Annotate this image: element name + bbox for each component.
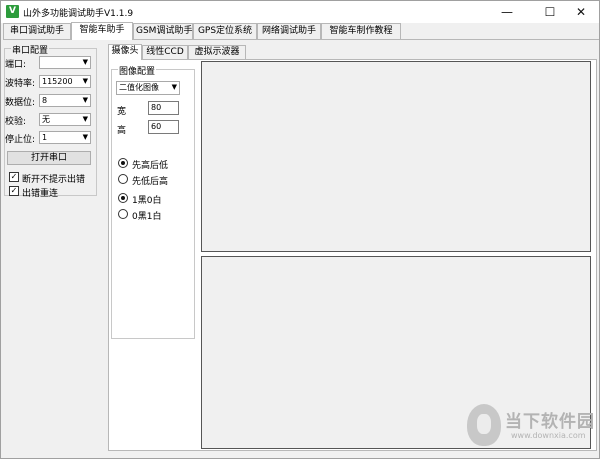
image-mode-value: 二值化图像 [119,83,159,92]
watermark-logo-icon [467,404,501,446]
watermark-text: 当下软件园 [505,412,595,432]
open-port-button[interactable]: 打开串口 [7,151,91,165]
tab-camera[interactable]: 摄像头 [108,44,142,60]
chevron-down-icon: ▼ [82,77,88,85]
app-logo-icon: V [6,5,19,18]
height-label: 高 [117,126,127,136]
window-title: 山外多功能调试助手V1.1.9 [23,9,134,19]
tab-gsm-debug[interactable]: GSM调试助手 [133,23,193,39]
watermark-url: www.downxia.com [511,431,586,440]
port-select[interactable]: ▼ [39,56,91,69]
watermark: 当下软件园 www.downxia.com [467,404,594,450]
tab-linear-ccd[interactable]: 线性CCD [142,45,188,59]
chevron-down-icon: ▼ [82,96,88,104]
color-0black-label: 0黑1白 [132,212,162,222]
chevron-down-icon: ▼ [82,115,88,123]
databits-value: 8 [42,96,48,105]
tab-tutorial[interactable]: 智能车制作教程 [321,23,401,39]
port-label: 端口: [5,60,27,70]
title-bar: V 山外多功能调试助手V1.1.9 — ☐ ✕ [1,1,599,23]
width-input[interactable]: 80 [148,101,179,115]
order-low-first-label: 先低后高 [132,177,169,187]
app-window: V 山外多功能调试助手V1.1.9 — ☐ ✕ 串口调试助手 智能车助手 GSM… [0,0,600,459]
image-config-title: 图像配置 [118,64,157,77]
serial-config-title: 串口配置 [11,43,50,56]
tab-smart-car[interactable]: 智能车助手 [71,22,133,40]
baud-label: 波特率: [5,79,36,89]
minimize-button[interactable]: — [489,1,525,23]
stopbits-select[interactable]: 1 ▼ [39,131,91,144]
baud-select[interactable]: 115200 ▼ [39,75,91,88]
order-high-first-radio[interactable] [118,158,128,168]
order-low-first-radio[interactable] [118,174,128,184]
no-error-prompt-label: 断开不提示出错 [22,175,86,185]
close-button[interactable]: ✕ [563,1,599,23]
width-label: 宽 [117,107,127,117]
no-error-prompt-checkbox[interactable]: ✓ [9,172,19,182]
baud-value: 115200 [42,77,73,86]
height-input[interactable]: 60 [148,120,179,134]
color-1black-radio[interactable] [118,193,128,203]
tab-virtual-oscilloscope[interactable]: 虚拟示波器 [188,45,246,59]
tab-serial-debug[interactable]: 串口调试助手 [3,23,71,39]
reconnect-label: 出错重连 [22,189,59,199]
stopbits-value: 1 [42,133,48,142]
stopbits-label: 停止位: [5,135,36,145]
parity-select[interactable]: 无 ▼ [39,113,91,126]
color-1black-label: 1黑0白 [132,196,162,206]
chevron-down-icon: ▼ [82,58,88,66]
databits-select[interactable]: 8 ▼ [39,94,91,107]
parity-value: 无 [42,115,50,124]
chevron-down-icon: ▼ [82,133,88,141]
image-mode-select[interactable]: 二值化图像 ▼ [116,81,180,95]
tab-gps-system[interactable]: GPS定位系统 [193,23,257,39]
color-0black-radio[interactable] [118,209,128,219]
chevron-down-icon: ▼ [171,83,177,91]
order-high-first-label: 先高后低 [132,161,169,171]
reconnect-checkbox[interactable]: ✓ [9,186,19,196]
databits-label: 数据位: [5,98,36,108]
tab-network-debug[interactable]: 网络调试助手 [257,23,321,39]
camera-image-display [201,61,591,252]
parity-label: 校验: [5,117,27,127]
